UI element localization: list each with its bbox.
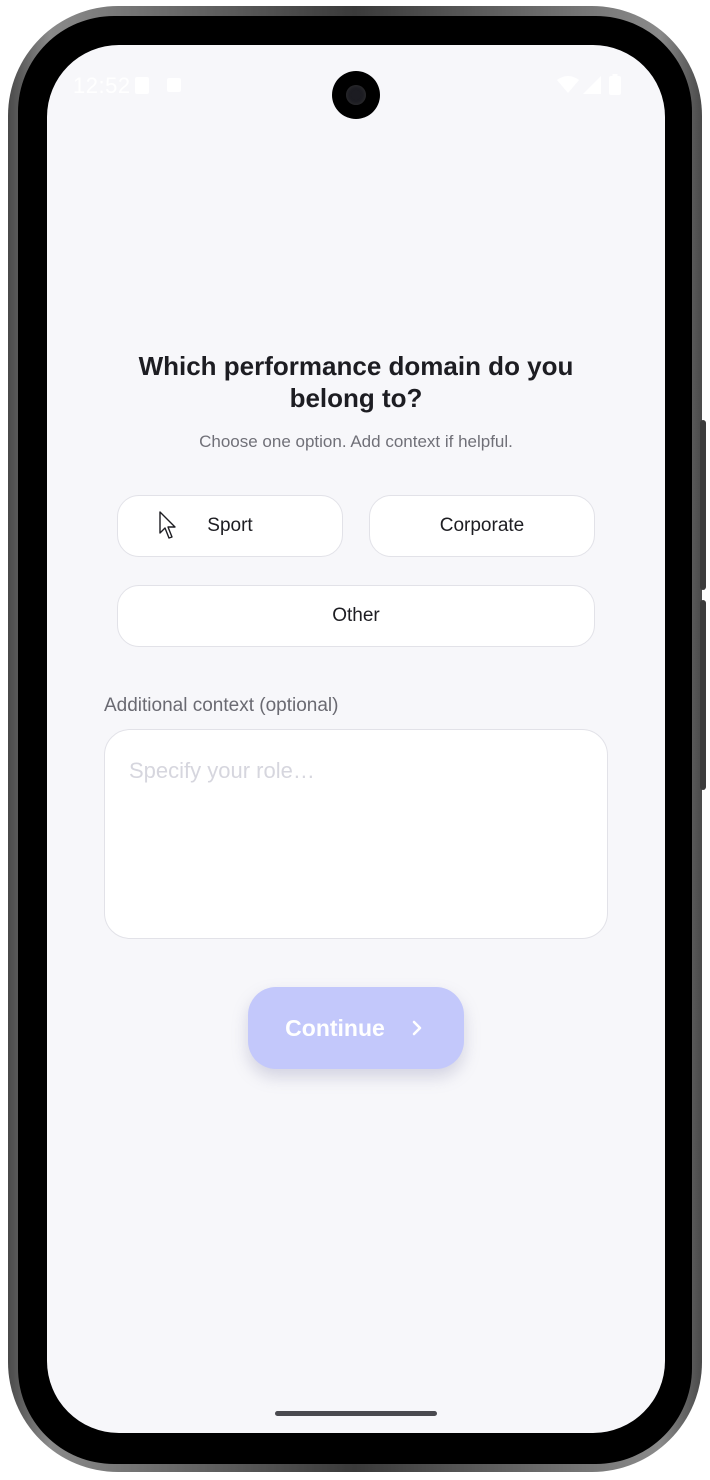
notification-icon xyxy=(167,78,181,92)
context-input[interactable] xyxy=(104,729,608,939)
volume-button xyxy=(700,420,706,590)
context-label: Additional context (optional) xyxy=(104,695,339,716)
page-subtitle: Choose one option. Add context if helpfu… xyxy=(199,432,513,451)
camera-lens xyxy=(346,85,366,105)
option-other-button[interactable]: Other xyxy=(117,585,595,647)
option-other-label: Other xyxy=(332,605,380,626)
continue-button-label: Continue xyxy=(285,1014,385,1041)
sim-card-icon xyxy=(135,77,149,94)
continue-button[interactable]: Continue xyxy=(248,987,464,1069)
front-camera xyxy=(332,71,380,119)
option-sport-button[interactable]: Sport xyxy=(117,495,343,557)
mouse-cursor-icon xyxy=(159,511,176,539)
option-corporate-button[interactable]: Corporate xyxy=(369,495,595,557)
power-button xyxy=(700,600,706,790)
status-time: 12:52 xyxy=(73,73,131,98)
cellular-signal-icon xyxy=(583,76,601,94)
option-corporate-label: Corporate xyxy=(439,515,525,536)
chevron-right-icon xyxy=(412,1020,422,1036)
option-sport-label: Sport xyxy=(207,515,253,536)
battery-icon xyxy=(609,74,621,95)
app-screen: 12:52 Which performance domain do you be… xyxy=(47,45,665,1433)
page-title: Which performance domain do you belong t… xyxy=(138,351,574,413)
home-indicator[interactable] xyxy=(275,1411,437,1416)
wifi-icon xyxy=(557,76,579,93)
